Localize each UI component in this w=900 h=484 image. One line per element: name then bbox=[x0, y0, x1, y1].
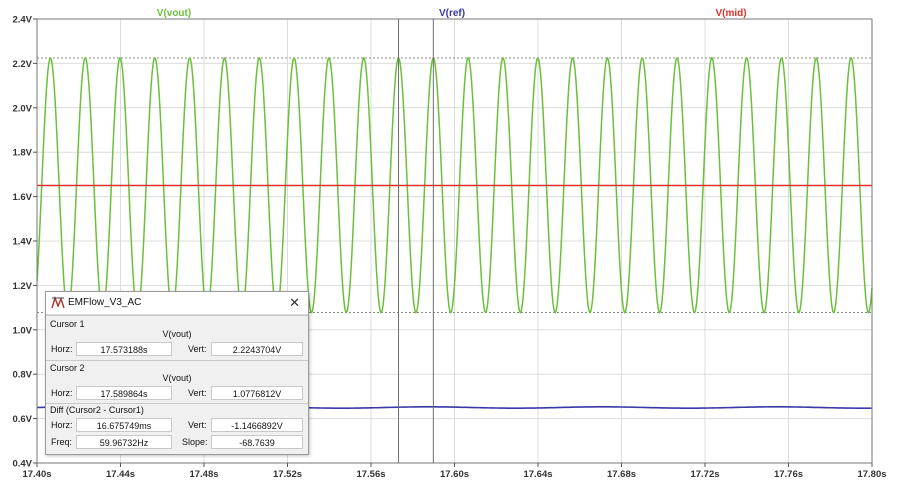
x-tick-label: 17.64s bbox=[523, 469, 552, 480]
diff-freq-field[interactable]: 59.96732Hz bbox=[76, 435, 172, 449]
separator bbox=[46, 360, 308, 361]
cursor1-vert-field[interactable]: 2.2243704V bbox=[211, 342, 303, 356]
y-tick-label: 1.2V bbox=[12, 281, 32, 292]
y-tick-label: 0.4V bbox=[12, 459, 32, 470]
x-tick-label: 17.80s bbox=[857, 469, 886, 480]
diff-slope-field[interactable]: -68.7639 bbox=[211, 435, 303, 449]
y-tick-label: 1.8V bbox=[12, 148, 32, 159]
x-tick-label: 17.56s bbox=[356, 469, 385, 480]
cursor-readout-dialog[interactable]: EMFlow_V3_AC ✕ Cursor 1 V(vout) Horz: 17… bbox=[45, 291, 309, 455]
close-icon[interactable]: ✕ bbox=[289, 295, 300, 311]
y-axis-ticks: 2.4V 2.2V 2.0V 1.8V 1.6V 1.4V 1.2V 1.0V 0.8V 0.6V… bbox=[12, 15, 37, 470]
diff-vert-field[interactable]: -1.1466892V bbox=[211, 418, 303, 432]
x-tick-label: 17.40s bbox=[22, 469, 51, 480]
trace-title-vmid[interactable]: V(mid) bbox=[715, 8, 746, 19]
diff-vert-label: Vert: bbox=[188, 420, 207, 430]
y-tick-label: 1.4V bbox=[12, 237, 32, 248]
x-tick-label: 17.72s bbox=[690, 469, 719, 480]
x-tick-label: 17.48s bbox=[189, 469, 218, 480]
cursor2-horz-field[interactable]: 17.589864s bbox=[76, 386, 172, 400]
dialog-title: EMFlow_V3_AC bbox=[68, 297, 142, 308]
y-tick-label: 2.4V bbox=[12, 15, 32, 26]
x-tick-label: 17.52s bbox=[273, 469, 302, 480]
waveform-app-icon bbox=[51, 296, 65, 309]
cursor1-horz-field[interactable]: 17.573188s bbox=[76, 342, 172, 356]
y-tick-label: 1.6V bbox=[12, 192, 32, 203]
separator bbox=[46, 315, 308, 316]
diff-section-label: Diff (Cursor2 - Cursor1) bbox=[50, 405, 144, 415]
x-tick-label: 17.60s bbox=[440, 469, 469, 480]
y-tick-label: 2.0V bbox=[12, 103, 32, 114]
x-tick-label: 17.76s bbox=[774, 469, 803, 480]
x-tick-label: 17.44s bbox=[106, 469, 135, 480]
y-tick-label: 0.6V bbox=[12, 414, 32, 425]
separator bbox=[46, 403, 308, 404]
trace-title-vref[interactable]: V(ref) bbox=[439, 8, 465, 19]
dialog-titlebar[interactable]: EMFlow_V3_AC ✕ bbox=[46, 292, 308, 315]
y-tick-label: 2.2V bbox=[12, 59, 32, 70]
cursor1-trace-name: V(vout) bbox=[162, 329, 192, 339]
diff-horz-field[interactable]: 16.675749ms bbox=[76, 418, 172, 432]
diff-freq-label: Freq: bbox=[51, 437, 73, 447]
diff-slope-label: Slope: bbox=[182, 437, 208, 447]
cursor1-section-label: Cursor 1 bbox=[50, 319, 85, 329]
x-axis-ticks: 17.40s 17.44s 17.48s 17.52s 17.56s 17.60s 17.6… bbox=[22, 463, 887, 480]
x-tick-label: 17.68s bbox=[607, 469, 636, 480]
y-tick-label: 0.8V bbox=[12, 370, 32, 381]
diff-horz-label: Horz: bbox=[51, 420, 73, 430]
cursor2-vert-label: Vert: bbox=[188, 388, 207, 398]
cursor2-trace-name: V(vout) bbox=[162, 373, 192, 383]
cursor2-vert-field[interactable]: 1.0776812V bbox=[211, 386, 303, 400]
cursor2-horz-label: Horz: bbox=[51, 388, 73, 398]
cursor1-horz-label: Horz: bbox=[51, 344, 73, 354]
cursor1-vert-label: Vert: bbox=[188, 344, 207, 354]
y-tick-label: 1.0V bbox=[12, 325, 32, 336]
trace-title-vout[interactable]: V(vout) bbox=[157, 8, 191, 19]
cursor2-section-label: Cursor 2 bbox=[50, 363, 85, 373]
